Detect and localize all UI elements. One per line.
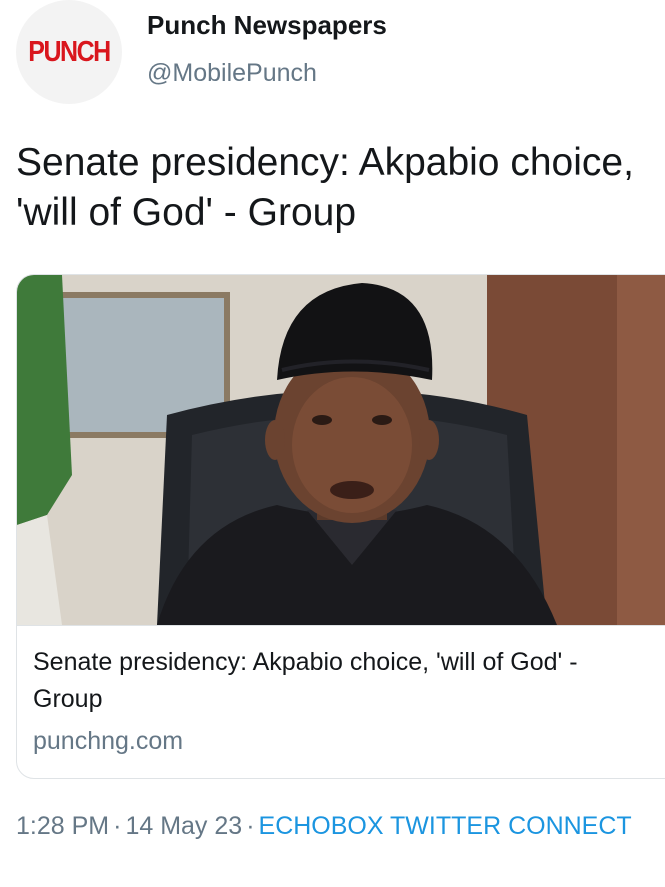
avatar[interactable]: PUNCH bbox=[16, 0, 122, 104]
tweet-meta: 1:28 PM · 14 May 23 · ECHOBOX TWITTER CONNEC… bbox=[16, 808, 646, 845]
handle[interactable]: @MobilePunch bbox=[147, 59, 317, 88]
link-card[interactable]: Senate presidency: Akpabio choice, 'will… bbox=[16, 274, 665, 779]
display-name[interactable]: Punch Newspapers bbox=[147, 10, 387, 41]
card-body[interactable]: Senate presidency: Akpabio choice, 'will… bbox=[17, 625, 665, 778]
tweet: PUNCH Punch Newspapers @MobilePunch Sena… bbox=[0, 0, 665, 887]
meta-separator: · bbox=[246, 812, 255, 840]
source-app-link[interactable]: ECHOBOX TWITTER CONNECT bbox=[259, 812, 632, 840]
tweet-date[interactable]: 14 May 23 bbox=[125, 812, 242, 840]
card-image[interactable] bbox=[17, 275, 665, 625]
tweet-text: Senate presidency: Akpabio choice, 'will… bbox=[16, 141, 634, 234]
card-title[interactable]: Senate presidency: Akpabio choice, 'will… bbox=[33, 644, 653, 718]
tweet-time[interactable]: 1:28 PM bbox=[16, 812, 109, 840]
punch-logo: PUNCH bbox=[28, 35, 111, 69]
card-domain[interactable]: punchng.com bbox=[33, 727, 183, 756]
meta-separator: · bbox=[113, 812, 122, 840]
